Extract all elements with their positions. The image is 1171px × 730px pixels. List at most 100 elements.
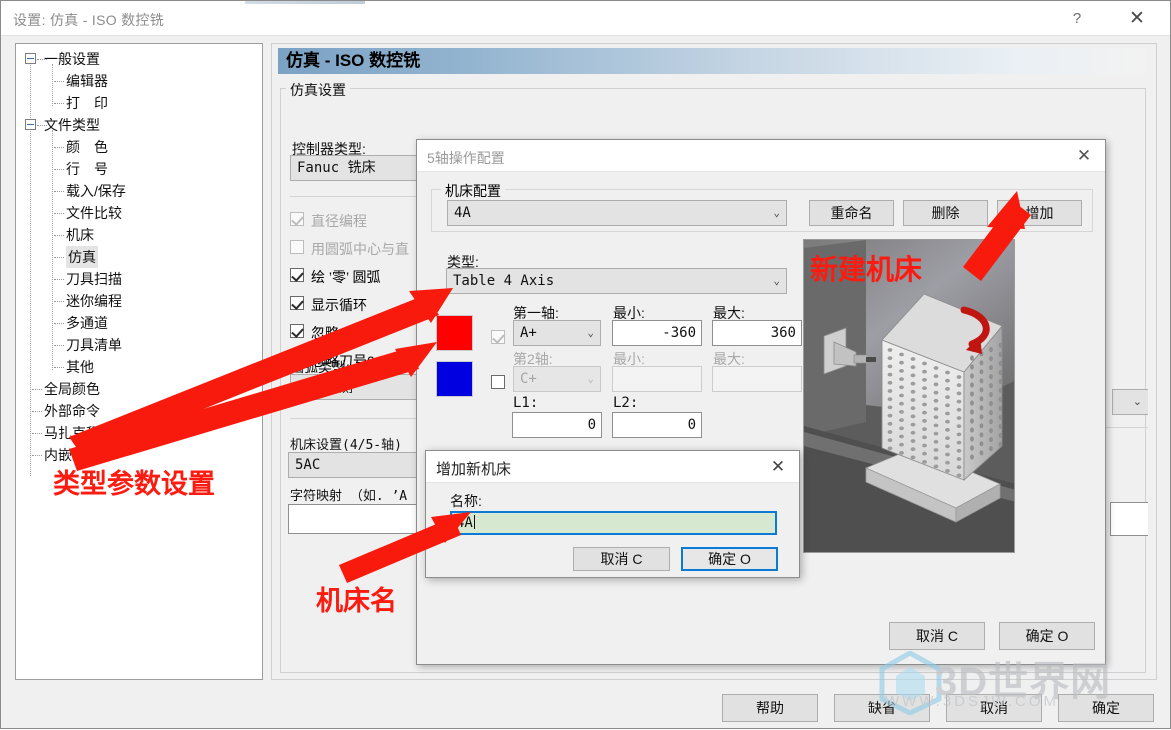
tree-line bbox=[32, 411, 42, 412]
window-title: 设置: 仿真 - ISO 数控铣 bbox=[13, 12, 165, 28]
axis2-value: C+ bbox=[520, 371, 537, 387]
axis1-max-input[interactable]: 360 bbox=[712, 320, 802, 346]
char-map-label: 字符映射 （如. ’A bbox=[290, 489, 408, 504]
axis1-min-input[interactable]: -360 bbox=[612, 320, 702, 346]
sidebar-item-16[interactable]: 外部命令 bbox=[16, 400, 262, 422]
sidebar-item-14[interactable]: 其他 bbox=[16, 356, 262, 378]
checkbox-box bbox=[290, 240, 304, 254]
dialog-titlebar bbox=[417, 140, 1105, 172]
tree-line bbox=[32, 455, 42, 456]
sidebar-item-2[interactable]: 打 印 bbox=[16, 92, 262, 114]
checkbox-box bbox=[290, 324, 304, 338]
axis2-color-swatch[interactable] bbox=[436, 361, 473, 397]
tree-line bbox=[32, 433, 42, 434]
tree-line bbox=[54, 213, 64, 214]
axis1-select[interactable]: A+ ⌄ bbox=[513, 320, 601, 346]
tree-line bbox=[54, 191, 64, 192]
checkbox-box bbox=[290, 296, 304, 310]
l1-input[interactable]: 0 bbox=[512, 412, 602, 438]
tree-line bbox=[54, 345, 64, 346]
tree-line bbox=[54, 81, 64, 82]
sim-checkbox-label: 绘 ’零’ 圆弧 bbox=[311, 269, 381, 285]
l2-input[interactable]: 0 bbox=[612, 412, 702, 438]
char-map-input[interactable] bbox=[288, 504, 433, 534]
footer-button-0[interactable]: 帮助 bbox=[722, 694, 818, 722]
sidebar-item-15[interactable]: 全局颜色 bbox=[16, 378, 262, 400]
sidebar-item-9[interactable]: 仿真 bbox=[16, 246, 262, 268]
sidebar-item-3[interactable]: 文件类型 bbox=[16, 114, 262, 136]
settings-tree[interactable]: 一般设置 编辑器打 印文件类型颜 色行 号载入/保存文件比较 机床 仿真 刀具扫描迷你编… bbox=[15, 43, 263, 680]
axis2-max-input[interactable] bbox=[712, 366, 802, 392]
help-icon[interactable]: ? bbox=[1054, 1, 1100, 35]
delete-machine-button[interactable]: 删除 bbox=[903, 200, 988, 226]
machine-config-select[interactable]: 4A ⌄ bbox=[447, 200, 787, 226]
chevron-down-icon: ⌄ bbox=[587, 326, 594, 339]
axis2-min-input[interactable] bbox=[612, 366, 702, 392]
site-watermark: 3D世界网 WWW.3DSJW.COM bbox=[877, 649, 1171, 721]
axis1-value: A+ bbox=[520, 325, 537, 341]
sidebar-item-label: 文件类型 bbox=[44, 117, 100, 133]
sidebar-item-11[interactable]: 迷你编程 bbox=[16, 290, 262, 312]
settings-window: 设置: 仿真 - ISO 数控铣 ? ✕ 一般设置 编辑器打 印文件类型颜 色行 … bbox=[0, 0, 1171, 729]
sim-checkbox-label: 直径编程 bbox=[311, 213, 367, 229]
hidden-input-right[interactable] bbox=[1110, 502, 1148, 536]
sidebar-item-13[interactable]: 刀具清单 bbox=[16, 334, 262, 356]
sidebar-item-8[interactable]: 机床 bbox=[16, 224, 262, 246]
sim-checkbox-label: 用圆弧中心与直 bbox=[311, 241, 409, 257]
arc-type-select[interactable]: 自动检测 bbox=[290, 374, 430, 400]
sidebar-item-6[interactable]: 载入/保存 bbox=[16, 180, 262, 202]
sidebar-item-7[interactable]: 文件比较 bbox=[16, 202, 262, 224]
sidebar-item-5[interactable]: 行 号 bbox=[16, 158, 262, 180]
tree-expander-icon[interactable] bbox=[25, 119, 36, 130]
sidebar-item-10[interactable]: 刀具扫描 bbox=[16, 268, 262, 290]
sidebar-item-label: 打 印 bbox=[66, 95, 108, 111]
tree-line bbox=[54, 257, 64, 258]
tree-line bbox=[54, 301, 64, 302]
sidebar-item-label: 全局颜色 bbox=[44, 381, 100, 397]
annotation-new-machine: 新建机床 bbox=[810, 253, 923, 286]
machine-name-input[interactable]: 4A bbox=[450, 511, 777, 535]
rename-machine-button[interactable]: 重命名 bbox=[809, 200, 894, 226]
tree-line bbox=[54, 147, 64, 148]
add-dialog-ok-button[interactable]: 确定 O bbox=[681, 547, 778, 571]
sim-checkbox-label: 显示循环 bbox=[311, 297, 367, 313]
window-titlebar: 设置: 仿真 - ISO 数控铣 ? ✕ bbox=[1, 1, 1170, 36]
sidebar-item-label: 载入/保存 bbox=[66, 183, 126, 199]
sidebar-item-0[interactable]: 一般设置 bbox=[16, 48, 262, 70]
sidebar-item-label: 迷你编程 bbox=[66, 293, 122, 309]
dialog-cancel-button[interactable]: 取消 C bbox=[889, 622, 985, 650]
sidebar-item-label: 外部命令 bbox=[44, 403, 100, 419]
machine-setup-label: 机床设置(4/5-轴) bbox=[290, 438, 402, 453]
close-icon[interactable]: ✕ bbox=[1071, 144, 1097, 168]
sidebar-item-label: 行 号 bbox=[66, 161, 108, 177]
annotation-machine-name: 机床名 bbox=[316, 586, 397, 617]
divider-3 bbox=[1104, 427, 1148, 428]
sidebar-item-4[interactable]: 颜 色 bbox=[16, 136, 262, 158]
tree-line bbox=[54, 103, 64, 104]
sidebar-item-label: 马扎克程序浏览 bbox=[44, 425, 142, 441]
type-value: Table 4 Axis bbox=[453, 273, 555, 289]
sidebar-item-12[interactable]: 多通道 bbox=[16, 312, 262, 334]
checkbox-box bbox=[491, 375, 505, 389]
machine-3d-preview: 新建机床 bbox=[803, 239, 1015, 553]
watermark-subtext: WWW.3DSJW.COM bbox=[885, 693, 1059, 710]
tree-line bbox=[32, 389, 42, 390]
sidebar-item-17[interactable]: 马扎克程序浏览 bbox=[16, 422, 262, 444]
axis1-color-swatch[interactable] bbox=[436, 315, 473, 351]
add-machine-button[interactable]: 增加 bbox=[997, 200, 1082, 226]
close-icon[interactable]: ✕ bbox=[1114, 1, 1160, 35]
add-machine-dialog: 增加新机床 ✕ 名称: 4A 取消 C 确定 O bbox=[425, 450, 800, 578]
tree-line bbox=[54, 169, 64, 170]
sidebar-item-1[interactable]: 编辑器 bbox=[16, 70, 262, 92]
chevron-down-icon: ⌄ bbox=[1132, 396, 1142, 408]
axis2-select[interactable]: C+ ⌄ bbox=[513, 366, 601, 392]
type-select[interactable]: Table 4 Axis ⌄ bbox=[446, 268, 787, 294]
machine-config-value: 4A bbox=[454, 205, 471, 221]
tree-expander-icon[interactable] bbox=[25, 53, 36, 64]
machine-setup-select[interactable]: 5AC bbox=[288, 452, 433, 478]
add-dialog-cancel-button[interactable]: 取消 C bbox=[573, 547, 670, 571]
close-icon[interactable]: ✕ bbox=[765, 456, 791, 478]
background-window-edge bbox=[245, 1, 365, 4]
hidden-select-right[interactable]: ⌄ bbox=[1112, 389, 1148, 415]
dialog-ok-button[interactable]: 确定 O bbox=[999, 622, 1095, 650]
